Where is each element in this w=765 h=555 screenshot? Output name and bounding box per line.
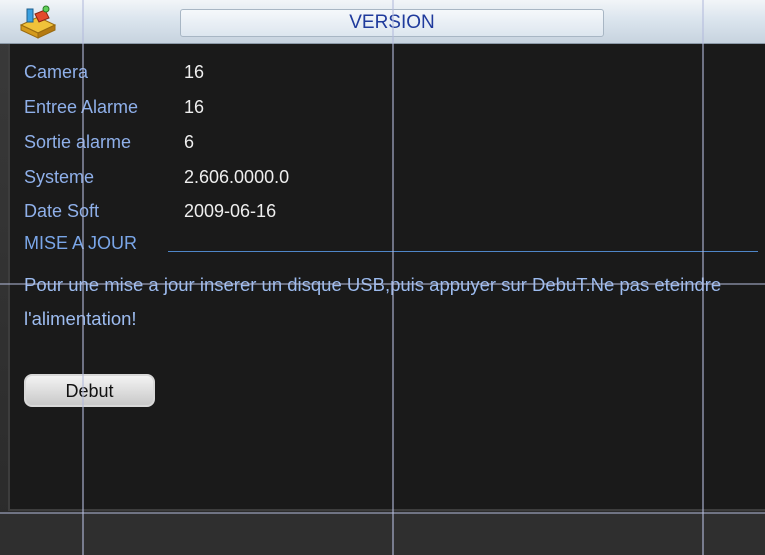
info-label: Entree Alarme bbox=[24, 97, 139, 117]
info-label: Systeme bbox=[24, 167, 95, 187]
title-bar: VERSION bbox=[0, 0, 765, 44]
bottom-strip bbox=[0, 513, 765, 555]
info-label: Sortie alarme bbox=[24, 132, 132, 152]
info-value: 16 bbox=[184, 97, 205, 117]
update-instructions: Pour une mise a jour inserer un disque U… bbox=[24, 274, 722, 329]
info-value: 2.606.0000.0 bbox=[184, 167, 290, 187]
toolbox-icon bbox=[18, 5, 58, 39]
info-label: Camera bbox=[24, 62, 89, 82]
info-label: Date Soft bbox=[24, 201, 100, 221]
info-value: 6 bbox=[184, 132, 195, 152]
window-title: VERSION bbox=[180, 9, 604, 37]
info-value: 16 bbox=[184, 62, 205, 82]
screen: VERSION Camera 16 Entree Alarme 16 Sorti… bbox=[0, 0, 765, 555]
update-section-title: MISE A JOUR bbox=[24, 233, 138, 253]
info-value: 2009-06-16 bbox=[184, 201, 277, 221]
section-divider bbox=[168, 251, 758, 252]
start-update-button[interactable]: Debut bbox=[24, 374, 155, 407]
